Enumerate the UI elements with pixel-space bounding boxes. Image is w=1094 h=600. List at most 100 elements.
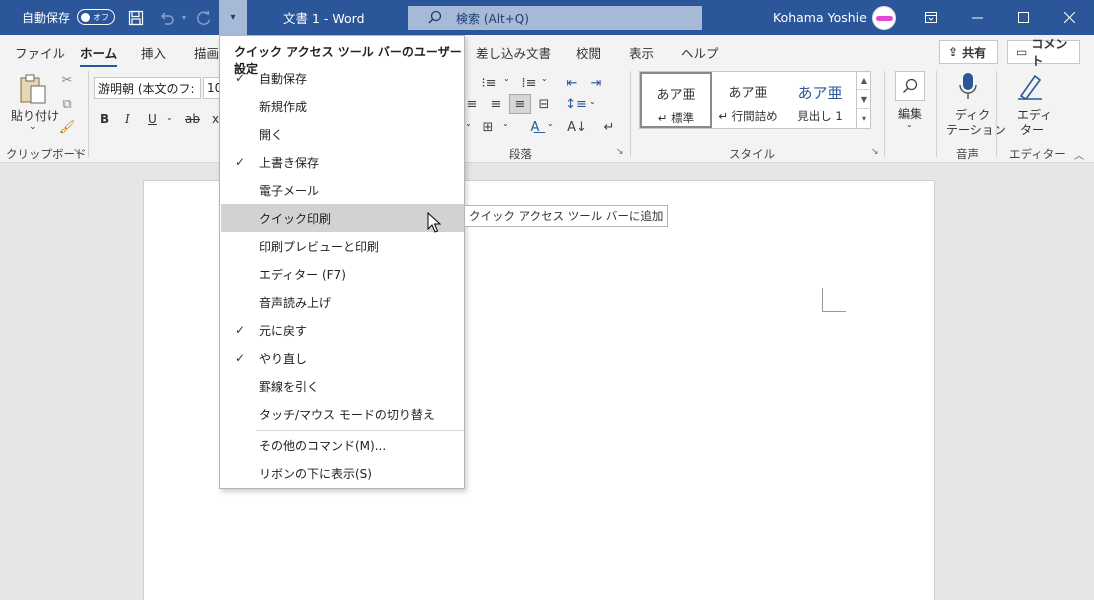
autosave-toggle[interactable]: オフ bbox=[77, 9, 115, 25]
format-painter-icon[interactable]: 🖌 bbox=[59, 118, 76, 136]
underline-button[interactable]: U bbox=[148, 112, 157, 126]
tab-insert[interactable]: 挿入 bbox=[141, 43, 166, 62]
tab-draw[interactable]: 描画 bbox=[194, 43, 219, 62]
styles-launcher-icon[interactable]: ↘ bbox=[871, 147, 879, 157]
menu-item-more-commands[interactable]: その他のコマンド(M)... bbox=[221, 431, 464, 459]
menu-item-autosave[interactable]: ✓ 自動保存 bbox=[221, 64, 464, 92]
styles-more-icon[interactable]: ▾ bbox=[857, 109, 871, 128]
search-icon bbox=[428, 10, 456, 27]
style-no-spacing[interactable]: あア亜 ↵ 行間詰め bbox=[712, 72, 784, 128]
menu-item-undo[interactable]: ✓ 元に戻す bbox=[221, 316, 464, 344]
align-right-icon[interactable]: ≡ bbox=[486, 94, 506, 114]
line-spacing-icon[interactable]: ↕≡ bbox=[565, 94, 587, 114]
tab-file[interactable]: ファイル bbox=[15, 43, 65, 62]
menu-item-label: 開く bbox=[259, 127, 284, 142]
comments-button[interactable]: ▭ コメント bbox=[1007, 37, 1080, 68]
check-icon: ✓ bbox=[234, 323, 246, 337]
check-icon: ✓ bbox=[234, 155, 246, 169]
undo-dropdown-icon[interactable]: ▾ bbox=[178, 0, 190, 35]
borders-dropdown-icon[interactable]: ⌄ bbox=[502, 119, 509, 128]
italic-button[interactable]: I bbox=[125, 112, 130, 126]
copy-icon[interactable]: ⧉ bbox=[59, 95, 75, 113]
user-name[interactable]: Kohama Yoshie bbox=[773, 0, 867, 35]
menu-item-editor[interactable]: エディター (F7) bbox=[221, 260, 464, 288]
tab-home[interactable]: ホーム bbox=[80, 43, 118, 68]
increase-indent-icon[interactable]: ⇥ bbox=[586, 73, 606, 93]
undo-icon[interactable] bbox=[155, 0, 179, 35]
group-separator bbox=[630, 71, 631, 157]
tab-help[interactable]: ヘルプ bbox=[681, 43, 719, 62]
scroll-down-icon[interactable]: ▼ bbox=[857, 90, 871, 109]
bold-button[interactable]: B bbox=[100, 112, 109, 126]
borders-icon[interactable]: ⊞ bbox=[478, 117, 498, 137]
avatar[interactable] bbox=[872, 6, 896, 30]
underline-dropdown-icon[interactable]: ⌄ bbox=[166, 113, 173, 122]
editor-label-2[interactable]: ター bbox=[1020, 121, 1044, 138]
multilevel-dropdown-icon[interactable]: ⌄ bbox=[541, 74, 548, 83]
menu-item-new[interactable]: 新規作成 bbox=[221, 92, 464, 120]
menu-item-touch-mode[interactable]: タッチ/マウス モードの切り替え bbox=[221, 400, 464, 428]
editing-dropdown-icon[interactable]: ⌄ bbox=[906, 120, 913, 129]
menu-item-read-aloud[interactable]: 音声読み上げ bbox=[221, 288, 464, 316]
redo-icon[interactable] bbox=[192, 0, 216, 35]
menu-item-label: リボンの下に表示(S) bbox=[259, 466, 372, 481]
paste-icon[interactable] bbox=[16, 72, 50, 106]
clipboard-launcher-icon[interactable]: ↘ bbox=[73, 147, 81, 157]
menu-item-print-preview[interactable]: 印刷プレビューと印刷 bbox=[221, 232, 464, 260]
maximize-icon[interactable] bbox=[1000, 0, 1046, 35]
menu-item-redo[interactable]: ✓ やり直し bbox=[221, 344, 464, 372]
editing-search-icon[interactable] bbox=[895, 71, 925, 101]
save-icon[interactable] bbox=[124, 0, 148, 35]
menu-item-draw-table[interactable]: 罫線を引く bbox=[221, 372, 464, 400]
voice-group-label: 音声 bbox=[956, 147, 979, 161]
shading-dropdown-icon[interactable]: ⌄ bbox=[465, 119, 472, 128]
tab-mailings[interactable]: 差し込み文書 bbox=[476, 43, 551, 62]
collapse-ribbon-icon[interactable]: ︿ bbox=[1074, 147, 1084, 162]
show-marks-icon[interactable]: ↵ bbox=[598, 117, 620, 137]
line-spacing-dropdown-icon[interactable]: ⌄ bbox=[589, 97, 596, 106]
numbering-icon[interactable]: ⁝≡ bbox=[478, 73, 500, 93]
editor-group-label: エディター bbox=[1009, 147, 1066, 161]
sort-icon[interactable]: A↓ bbox=[566, 117, 588, 137]
search-placeholder: 検索 (Alt+Q) bbox=[456, 11, 529, 26]
menu-item-email[interactable]: 電子メール bbox=[221, 176, 464, 204]
close-icon[interactable] bbox=[1046, 0, 1092, 35]
paste-dropdown-icon[interactable]: ⌄ bbox=[29, 122, 37, 132]
ribbon: 貼り付け ⌄ ✂ ⧉ 🖌 クリップボード ↘ 游明朝 (本文のフ: 10 B I… bbox=[0, 67, 1094, 163]
asian-layout-icon[interactable]: A͟ bbox=[524, 117, 546, 137]
ribbon-tabs: ファイル ホーム 挿入 描画 差し込み文書 校閲 表示 ヘルプ ⇪ 共有 ▭ コ… bbox=[0, 35, 1094, 68]
scroll-up-icon[interactable]: ▲ bbox=[857, 71, 871, 90]
ribbon-display-options-icon[interactable] bbox=[908, 0, 954, 35]
tab-view[interactable]: 表示 bbox=[629, 43, 654, 62]
numbering-dropdown-icon[interactable]: ⌄ bbox=[503, 74, 510, 83]
menu-item-label: その他のコマンド(M)... bbox=[259, 438, 387, 453]
share-button[interactable]: ⇪ 共有 bbox=[939, 40, 998, 64]
menu-item-show-below-ribbon[interactable]: リボンの下に表示(S) bbox=[221, 459, 464, 487]
cut-icon[interactable]: ✂ bbox=[59, 71, 75, 89]
justify-icon[interactable]: ≡ bbox=[509, 94, 531, 114]
align-left-icon[interactable]: ≡ bbox=[462, 94, 482, 114]
group-separator bbox=[88, 71, 89, 157]
decrease-indent-icon[interactable]: ⇤ bbox=[562, 73, 582, 93]
editor-icon[interactable] bbox=[1014, 71, 1046, 103]
styles-scroll: ▲ ▼ ▾ bbox=[856, 71, 871, 129]
tab-review[interactable]: 校閲 bbox=[576, 43, 601, 62]
asian-layout-dropdown-icon[interactable]: ⌄ bbox=[547, 119, 554, 128]
style-heading-1[interactable]: あア亜 見出し 1 bbox=[784, 72, 856, 128]
distributed-icon[interactable]: ⊟ bbox=[534, 94, 554, 114]
menu-item-open[interactable]: 開く bbox=[221, 120, 464, 148]
strikethrough-button[interactable]: ab bbox=[185, 112, 200, 126]
multilevel-list-icon[interactable]: ⁞≡ bbox=[518, 73, 540, 93]
document-title: 文書 1 - Word bbox=[283, 11, 365, 26]
search-box[interactable]: 検索 (Alt+Q) bbox=[408, 6, 702, 30]
minimize-icon[interactable] bbox=[954, 0, 1000, 35]
menu-item-save[interactable]: ✓ 上書き保存 bbox=[221, 148, 464, 176]
font-name-combo[interactable]: 游明朝 (本文のフ: bbox=[94, 77, 201, 99]
style-preview: あア亜 bbox=[797, 84, 843, 102]
microphone-icon[interactable] bbox=[955, 71, 981, 103]
font-size-combo[interactable]: 10 bbox=[203, 77, 220, 99]
style-normal[interactable]: あア亜 ↵ 標準 bbox=[640, 72, 712, 128]
paragraph-launcher-icon[interactable]: ↘ bbox=[616, 147, 624, 157]
qat-customize-dropdown[interactable]: ▾ bbox=[219, 0, 247, 35]
comment-icon: ▭ bbox=[1016, 45, 1028, 59]
